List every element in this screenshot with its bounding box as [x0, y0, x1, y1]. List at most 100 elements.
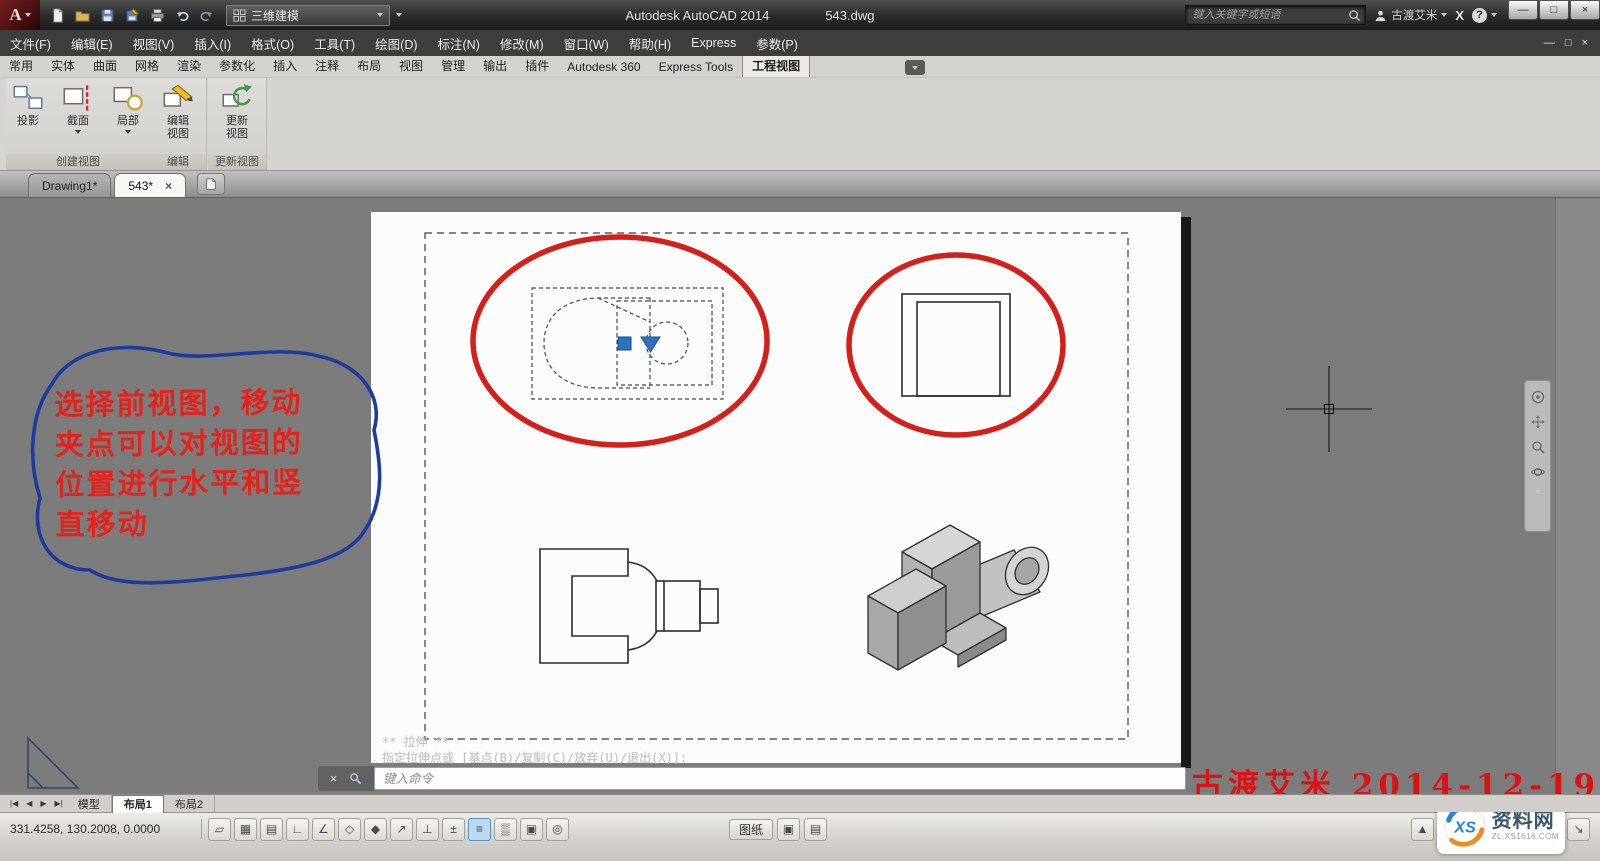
ribbon-tab-render[interactable]: 渲染: [168, 55, 210, 77]
file-tab-drawing1[interactable]: Drawing1*: [28, 173, 111, 197]
new-drawing-tab-button[interactable]: [197, 173, 225, 195]
toggle-transparency[interactable]: ▒: [494, 818, 517, 841]
menu-item-parametric[interactable]: 参数(P): [746, 30, 808, 56]
projection-view-button[interactable]: 投影: [6, 83, 50, 128]
pan-icon[interactable]: [1531, 415, 1545, 429]
ribbon-minimize-button[interactable]: [905, 60, 925, 75]
toggle-selection-cycling[interactable]: ◎: [546, 818, 569, 841]
ribbon-tab-surface[interactable]: 曲面: [84, 55, 126, 77]
annotation-visibility-button[interactable]: ▲: [1411, 818, 1434, 841]
plot-button[interactable]: [146, 4, 168, 26]
quick-view-drawings-button[interactable]: ▤: [804, 818, 827, 841]
layout-tab-model[interactable]: 模型: [67, 795, 112, 812]
navigation-wheel-icon[interactable]: [1531, 390, 1545, 404]
menu-item-help[interactable]: 帮助(H): [619, 30, 681, 56]
exchange-apps-button[interactable]: X: [1455, 8, 1464, 23]
menu-item-edit[interactable]: 编辑(E): [61, 30, 123, 56]
toggle-quick-properties[interactable]: ▣: [520, 818, 543, 841]
clean-screen-button[interactable]: ↘: [1567, 818, 1590, 841]
toggle-grid-display[interactable]: ▤: [260, 818, 283, 841]
search-input[interactable]: [1190, 8, 1344, 22]
update-view-button[interactable]: 更新 视图: [215, 83, 259, 141]
ribbon-tab-annotate[interactable]: 注释: [306, 55, 348, 77]
layout-nav-last[interactable]: ▶|: [51, 799, 67, 808]
open-file-button[interactable]: [71, 4, 93, 26]
menu-item-window[interactable]: 窗口(W): [554, 30, 619, 56]
menu-item-dimension[interactable]: 标注(N): [428, 30, 490, 56]
save-as-button[interactable]: [121, 4, 143, 26]
save-button[interactable]: [96, 4, 118, 26]
toggle-dynamic-ucs[interactable]: ⊥: [416, 818, 439, 841]
menu-item-express[interactable]: Express: [681, 30, 746, 56]
navbar-more-icon[interactable]: [1535, 490, 1541, 494]
doc-minimize-button[interactable]: —: [1544, 37, 1555, 49]
command-close-icon[interactable]: ×: [330, 771, 338, 786]
toggle-object-snap[interactable]: ◇: [338, 818, 361, 841]
layout-tab-layout1[interactable]: 布局1: [112, 795, 164, 813]
layout-nav-first[interactable]: |◀: [6, 799, 22, 808]
panel-label-edit[interactable]: 编辑: [150, 154, 206, 170]
toggle-lineweight[interactable]: ≡: [468, 818, 491, 841]
ribbon-tab-output[interactable]: 输出: [474, 55, 516, 77]
new-file-button[interactable]: [46, 4, 68, 26]
menu-item-format[interactable]: 格式(O): [241, 30, 304, 56]
quick-view-layouts-button[interactable]: ▣: [777, 818, 800, 841]
help-menu[interactable]: ?: [1472, 8, 1497, 23]
ribbon-tab-view[interactable]: 视图: [390, 55, 432, 77]
panel-label-update-view[interactable]: 更新视图: [208, 154, 266, 170]
toggle-3d-object-snap[interactable]: ◆: [364, 818, 387, 841]
doc-restore-button[interactable]: □: [1565, 37, 1572, 49]
ribbon-tab-autodesk-360[interactable]: Autodesk 360: [558, 58, 649, 77]
menu-item-view[interactable]: 视图(V): [123, 30, 185, 56]
panel-label-create-view[interactable]: 创建视图: [6, 154, 150, 170]
command-input[interactable]: [374, 767, 1186, 790]
qat-customize-button[interactable]: [396, 13, 402, 17]
ribbon-tab-drawing-views[interactable]: 工程视图: [742, 54, 810, 77]
tab-close-icon[interactable]: ×: [165, 179, 172, 193]
orbit-icon[interactable]: [1531, 465, 1545, 479]
edit-view-button[interactable]: 编辑 视图: [156, 83, 200, 141]
menu-item-insert[interactable]: 插入(I): [184, 30, 241, 56]
minimize-button[interactable]: —: [1508, 0, 1538, 20]
detail-view-button[interactable]: 局部: [106, 83, 150, 134]
navigation-bar[interactable]: [1524, 380, 1551, 532]
signin-user[interactable]: 古渡艾米: [1374, 7, 1447, 23]
layout-nav-prev[interactable]: ◀: [22, 799, 36, 808]
redo-button[interactable]: [196, 4, 218, 26]
file-tab-543[interactable]: 543* ×: [114, 173, 186, 197]
paper-space-button[interactable]: 图纸: [729, 819, 773, 840]
zoom-icon[interactable]: [1531, 440, 1545, 454]
ribbon-tab-insert[interactable]: 插入: [264, 55, 306, 77]
close-button[interactable]: ×: [1570, 0, 1600, 20]
command-line-bar[interactable]: ×: [318, 766, 1186, 791]
undo-button[interactable]: [171, 4, 193, 26]
ribbon-tab-layout[interactable]: 布局: [348, 55, 390, 77]
toggle-object-snap-tracking[interactable]: ↗: [390, 818, 413, 841]
ribbon-tab-home[interactable]: 常用: [0, 55, 42, 77]
ribbon-tab-express-tools[interactable]: Express Tools: [650, 58, 742, 77]
detail-flyout-icon[interactable]: [125, 130, 131, 134]
ribbon-tab-plugins[interactable]: 插件: [516, 55, 558, 77]
workspace-dropdown[interactable]: 三维建模: [226, 5, 390, 26]
menu-item-draw[interactable]: 绘图(D): [365, 30, 427, 56]
toggle-snap-mode[interactable]: ▦: [234, 818, 257, 841]
ribbon-tab-solid[interactable]: 实体: [42, 55, 84, 77]
doc-close-button[interactable]: ×: [1582, 37, 1588, 49]
ribbon-tab-mesh[interactable]: 网格: [126, 55, 168, 77]
ribbon-tab-manage[interactable]: 管理: [432, 55, 474, 77]
toggle-dynamic-input[interactable]: ±: [442, 818, 465, 841]
layout-tab-layout2[interactable]: 布局2: [164, 795, 215, 812]
layout-paper[interactable]: [371, 212, 1181, 763]
layout-nav-next[interactable]: ▶: [36, 799, 50, 808]
toggle-infer-constraints[interactable]: ▱: [208, 818, 231, 841]
maximize-button[interactable]: □: [1539, 0, 1569, 20]
search-icon[interactable]: [1348, 9, 1361, 22]
menu-item-modify[interactable]: 修改(M): [490, 30, 554, 56]
section-flyout-icon[interactable]: [75, 130, 81, 134]
toggle-polar-tracking[interactable]: ∠: [312, 818, 335, 841]
section-view-button[interactable]: 截面: [56, 83, 100, 134]
menu-item-tools[interactable]: 工具(T): [304, 30, 365, 56]
menu-item-file[interactable]: 文件(F): [0, 30, 61, 56]
ribbon-tab-parametric[interactable]: 参数化: [210, 55, 264, 77]
app-menu-button[interactable]: A: [0, 0, 40, 30]
